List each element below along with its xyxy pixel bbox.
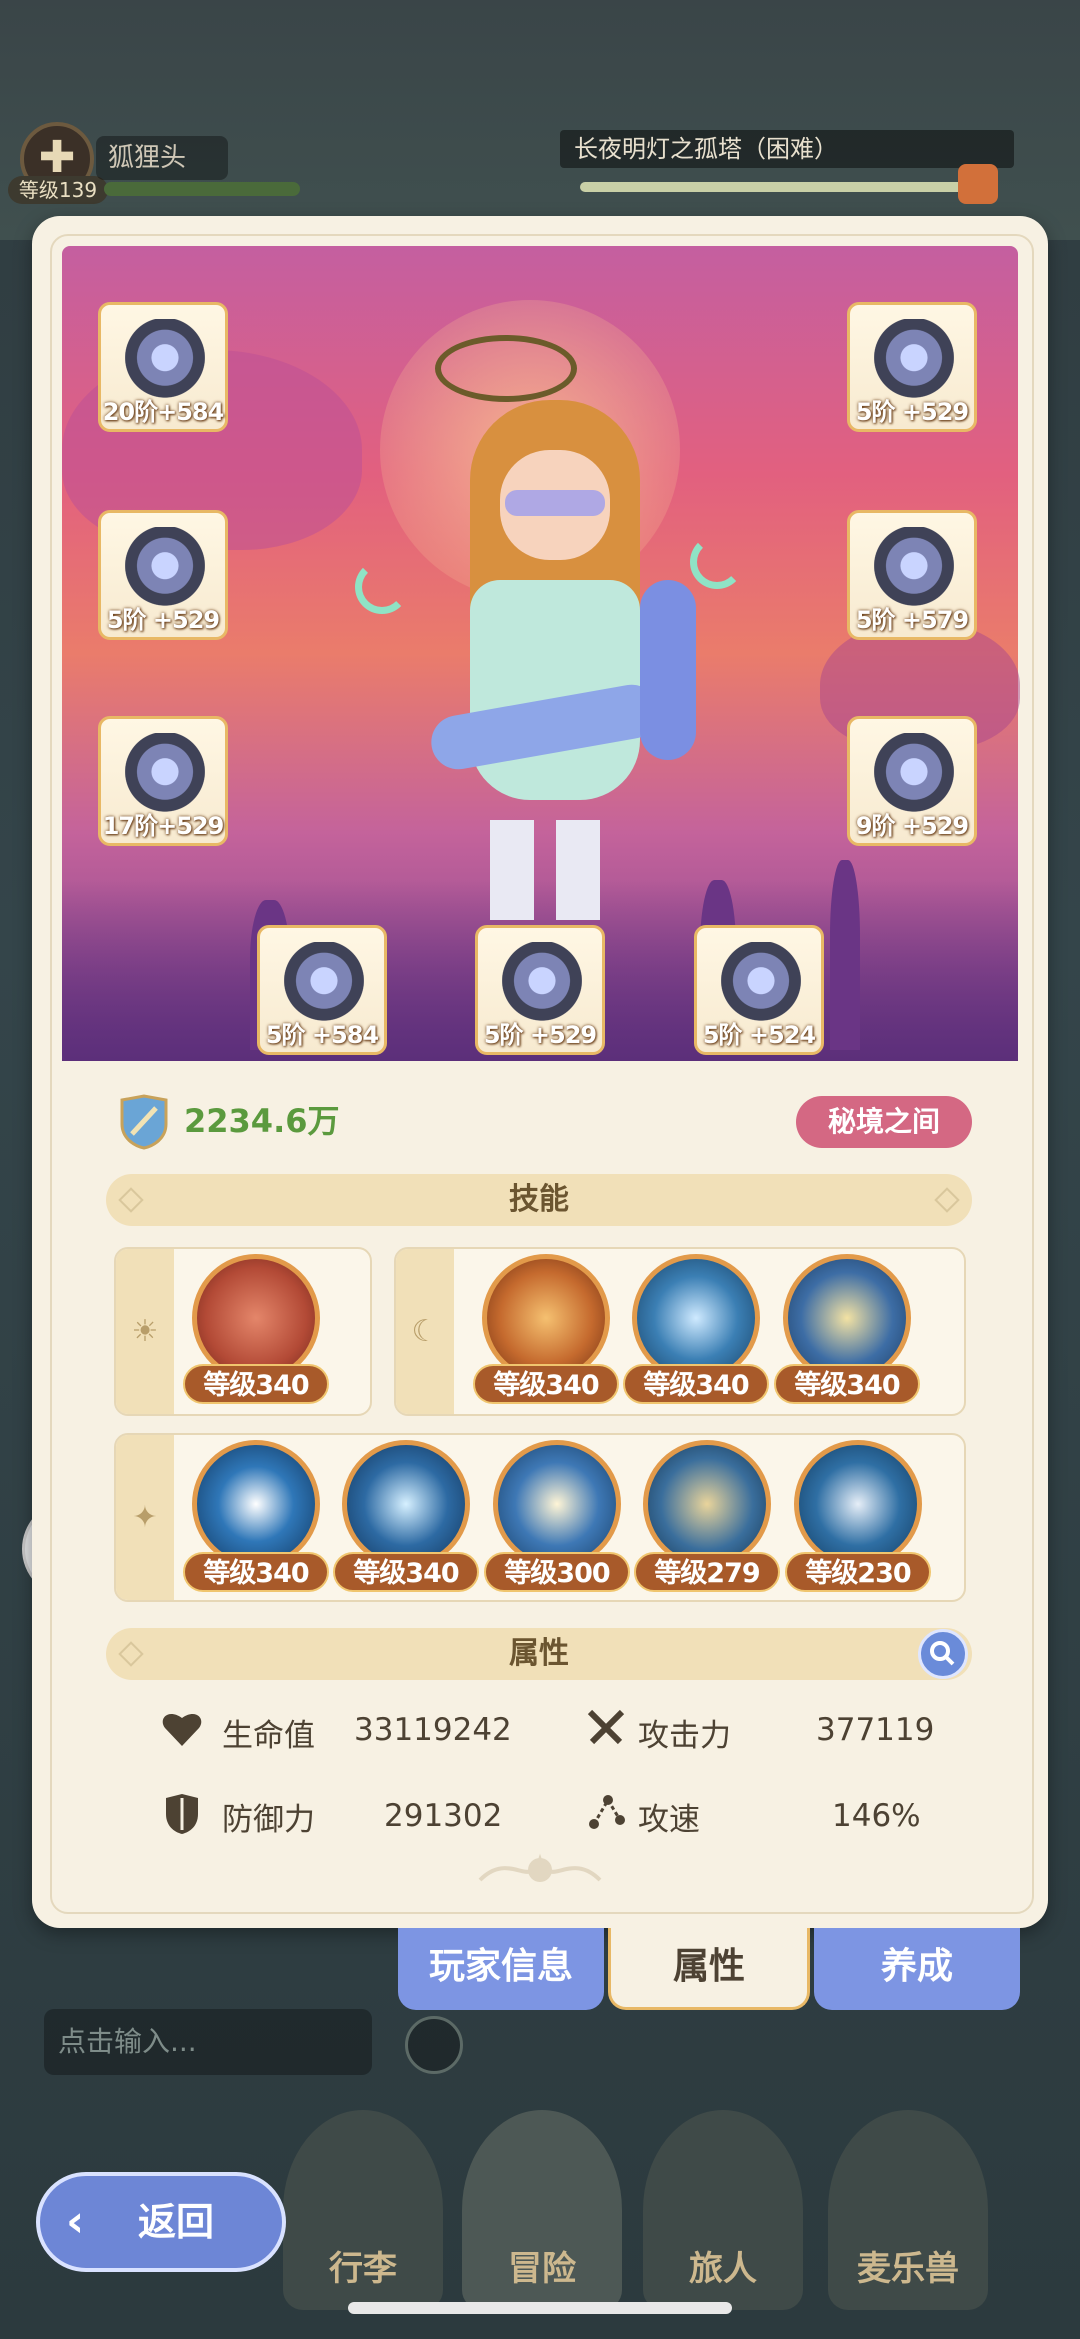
equip-slot-gloves[interactable]: 5阶 +579 [847,510,977,640]
back-label: 返回 [138,2200,215,2244]
ornament-icon [118,1187,144,1213]
equip-slot-necklace[interactable]: 5阶 +529 [475,925,605,1055]
player-name: 狐狸头 [96,136,228,180]
equip-level: 17阶+529 [102,812,225,840]
equip-slot-boots[interactable]: 9阶 +529 [847,716,977,846]
skill-level: 等级279 [634,1552,780,1592]
ornament-icon [118,1641,144,1667]
skill-level: 等级340 [183,1552,329,1592]
home-indicator[interactable] [348,2302,732,2314]
nav-traveler-label: 旅人 [689,2249,757,2289]
equip-level: 5阶 +529 [106,606,220,634]
equip-slot-helmet[interactable]: 5阶 +529 [847,302,977,432]
chat-input[interactable]: 点击输入... [44,2009,372,2075]
back-button[interactable]: ‹ 返回 [36,2172,286,2272]
star-icon: ✦ [116,1435,174,1600]
skill-icon-moon-1[interactable] [482,1254,610,1382]
nav-bag-label: 行李 [329,2249,397,2289]
hp-value: 33119242 [354,1712,512,1748]
nav-adventure-label: 冒险 [508,2249,576,2289]
moon-icon: ☾ [396,1249,454,1414]
tab-develop[interactable]: 养成 [814,1928,1020,2010]
heart-icon [162,1714,202,1746]
skill-icon-star-5[interactable] [794,1440,922,1568]
equip-slot-accessory[interactable]: 5阶 +524 [694,925,824,1055]
nav-bag[interactable]: 行李 [283,2110,443,2310]
equip-level: 9阶 +529 [855,812,969,840]
skill-icon-star-1[interactable] [192,1440,320,1568]
player-level-badge: 等级139 [8,176,108,204]
skill-icon-star-4[interactable] [643,1440,771,1568]
skill-icon-moon-2[interactable] [632,1254,760,1382]
skill-level: 等级340 [623,1364,769,1404]
attack-speed-label: 攻速 [638,1802,700,1838]
skill-level: 等级300 [484,1552,630,1592]
realm-badge[interactable]: 秘境之间 [796,1096,972,1148]
skill-icon-star-2[interactable] [342,1440,470,1568]
skill-level: 等级340 [473,1364,619,1404]
nav-beast[interactable]: 麦乐兽 [828,2110,988,2310]
character-glasses [505,490,605,516]
skill-level: 等级230 [785,1552,931,1592]
boss-icon[interactable] [958,164,998,204]
skill-level: 等级340 [183,1364,329,1404]
bow-weapon-limb [640,580,696,760]
defense-value: 291302 [384,1798,503,1834]
attributes-title: 属性 [509,1636,569,1671]
equip-level: 5阶 +584 [265,1021,379,1049]
skill-icon-moon-3[interactable] [783,1254,911,1382]
equip-slot-weapon[interactable]: 20阶+584 [98,302,228,432]
ornament-icon [934,1187,960,1213]
tab-attributes[interactable]: 属性 [608,1928,810,2010]
moon-charm-icon [355,560,409,614]
equip-slot-belt[interactable]: 17阶+529 [98,716,228,846]
attributes-section-header: 属性 [106,1628,972,1680]
search-icon[interactable] [918,1629,968,1679]
combat-power-value: 2234.6万 [184,1102,340,1140]
equip-level: 5阶 +524 [702,1021,816,1049]
panel-ornament-icon [478,1853,602,1882]
shield-icon [166,1794,198,1834]
emoji-icon[interactable] [405,2016,463,2074]
sun-icon: ☀ [116,1249,174,1414]
skill-level: 等级340 [333,1552,479,1592]
attack-speed-icon [589,1795,625,1829]
hp-label: 生命值 [222,1718,315,1754]
attack-label: 攻击力 [638,1718,731,1754]
skills-title: 技能 [509,1182,569,1217]
stage-title[interactable]: 长夜明灯之孤塔（困难） [560,130,1014,168]
skill-icon-sun-1[interactable] [192,1254,320,1382]
equip-slot-armor[interactable]: 5阶 +529 [98,510,228,640]
nav-beast-label: 麦乐兽 [857,2249,959,2289]
combat-power-icon [120,1094,168,1150]
defense-label: 防御力 [222,1802,315,1838]
nav-adventure[interactable]: 冒险 [462,2110,622,2310]
equip-slot-ring[interactable]: 5阶 +584 [257,925,387,1055]
skills-section-header: 技能 [106,1174,972,1226]
attack-speed-value: 146% [832,1798,921,1834]
equip-level: 5阶 +529 [483,1021,597,1049]
attack-value: 377119 [816,1712,935,1748]
nav-traveler[interactable]: 旅人 [643,2110,803,2310]
equip-level: 20阶+584 [102,398,225,426]
skill-icon-star-3[interactable] [493,1440,621,1568]
stage-progress-bar [580,182,970,192]
skill-level: 等级340 [774,1364,920,1404]
equip-level: 5阶 +579 [855,606,969,634]
crossed-swords-icon [587,1709,625,1745]
character-legs [490,820,600,920]
tab-player-info[interactable]: 玩家信息 [398,1928,604,2010]
experience-bar [104,182,300,196]
moon-charm-icon [690,535,744,589]
equip-level: 5阶 +529 [855,398,969,426]
game-hud-background [0,0,1080,240]
back-arrow-icon: ‹ [66,2196,85,2247]
character-halo [435,335,577,402]
scene-plant [830,860,860,1050]
